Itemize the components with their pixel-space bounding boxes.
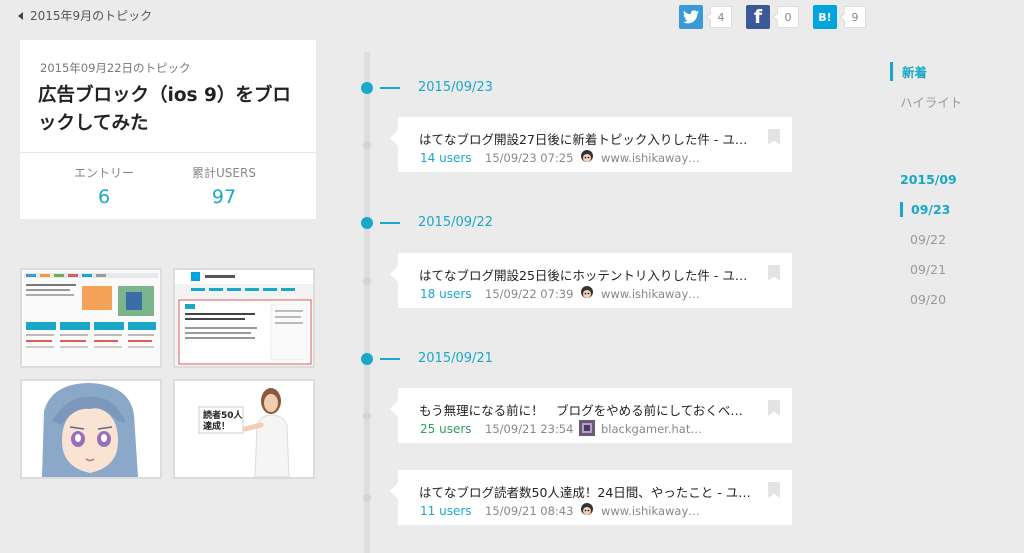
entry-timestamp: 15/09/22 07:39	[485, 287, 574, 301]
twitter-share-button[interactable]: 4	[679, 5, 732, 29]
entry-title[interactable]: もう無理になる前に！ ブログをやめる前にしておくべ…	[419, 400, 759, 419]
entry-users-count[interactable]: 18 users	[420, 287, 472, 301]
thumb-hatena-screenshot[interactable]	[173, 268, 315, 368]
timeline-date-label: 2015/09/23	[418, 80, 493, 95]
entries-stat: エントリー 6	[44, 164, 164, 208]
tab-new[interactable]: 新着	[890, 62, 927, 81]
entry-timestamp: 15/09/21 08:43	[485, 504, 574, 518]
timeline-date-marker	[361, 217, 373, 229]
topic-summary-card: 2015年09月22日のトピック 広告ブロック（ios 9）をブロックしてみた …	[20, 40, 316, 219]
timeline-date-label: 2015/09/22	[418, 215, 493, 230]
twitter-icon	[679, 5, 703, 29]
anime-girl-image	[22, 381, 160, 477]
nav-month[interactable]: 2015/09	[900, 172, 957, 187]
entry-card[interactable]: はてなブログ開設25日後にホッテントリ入りした件 - ユ… 18 users 1…	[390, 253, 792, 308]
facebook-share-count: 0	[772, 6, 799, 28]
hatena-screenshot-image	[175, 270, 313, 366]
caret-left-icon	[18, 11, 23, 20]
facebook-icon: f	[746, 5, 770, 29]
back-to-month-link[interactable]: 2015年9月のトピック	[18, 7, 152, 24]
topic-date: 2015年09月22日のトピック	[40, 61, 191, 75]
entry-domain[interactable]: www.ishikaway…	[601, 287, 700, 301]
entry-title[interactable]: はてなブログ読者数50人達成！24日間、やったこと - ユ…	[419, 482, 759, 501]
entry-timestamp: 15/09/21 23:54	[485, 422, 574, 436]
timeline-date-dash	[380, 87, 400, 89]
entry-card[interactable]: もう無理になる前に！ ブログをやめる前にしておくべ… 25 users 15/0…	[390, 388, 792, 443]
bookmark-icon[interactable]	[768, 129, 780, 145]
timeline-entry-dot	[363, 494, 371, 502]
entries-stat-value: 6	[97, 186, 111, 208]
timeline-line	[364, 52, 370, 553]
entry-users-count[interactable]: 14 users	[420, 151, 472, 165]
users-stat-label: 累計USERS	[192, 166, 256, 180]
site-favicon-icon	[579, 149, 595, 165]
entry-users-count[interactable]: 25 users	[420, 422, 472, 436]
site-favicon-icon	[579, 420, 595, 436]
hatena-bookmark-share-button[interactable]: B! 9	[813, 5, 866, 29]
entry-domain[interactable]: www.ishikaway…	[601, 151, 700, 165]
timeline-entry-dot	[363, 141, 371, 149]
tab-highlight[interactable]: ハイライト	[900, 92, 962, 111]
thumb-blog-screenshot[interactable]	[20, 268, 162, 368]
entry-domain[interactable]: www.ishikaway…	[601, 504, 700, 518]
timeline-entry-dot	[363, 412, 371, 420]
site-favicon-icon	[579, 502, 595, 518]
thumb-50-readers[interactable]: 読者50人 達成！	[173, 379, 315, 479]
timeline-date-dash	[380, 222, 400, 224]
topic-title: 広告ブロック（ios 9）をブロックしてみた	[38, 85, 291, 134]
bookmark-icon[interactable]	[768, 482, 780, 498]
users-stat: 累計USERS 97	[164, 164, 284, 208]
nav-day-0922[interactable]: 09/22	[910, 232, 946, 247]
twitter-share-count: 4	[705, 6, 732, 28]
sign-line-2: 達成！	[203, 420, 230, 432]
users-stat-value: 97	[211, 186, 237, 208]
share-buttons: 4 f 0 B! 9	[679, 5, 880, 29]
nav-day-0920[interactable]: 09/20	[910, 292, 946, 307]
timeline-date-marker	[361, 353, 373, 365]
timeline-date-dash	[380, 358, 400, 360]
entry-timestamp: 15/09/23 07:25	[485, 151, 574, 165]
entries-stat-label: エントリー	[73, 166, 134, 180]
timeline-date-label: 2015/09/21	[418, 351, 493, 366]
thumb-anime-character[interactable]	[20, 379, 162, 479]
sign-line-1: 読者50人	[203, 409, 244, 421]
hatena-bookmark-icon: B!	[813, 5, 837, 29]
entry-domain[interactable]: blackgamer.hat…	[601, 422, 702, 436]
timeline-entry-dot	[363, 277, 371, 285]
hatena-bookmark-count: 9	[839, 6, 866, 28]
woman-with-sign-image: 読者50人 達成！	[175, 381, 313, 477]
entry-card[interactable]: はてなブログ開設27日後に新着トピック入りした件 - ユ… 14 users 1…	[390, 117, 792, 172]
timeline-date-marker	[361, 82, 373, 94]
nav-day-0921[interactable]: 09/21	[910, 262, 946, 277]
entry-title[interactable]: はてなブログ開設27日後に新着トピック入りした件 - ユ…	[419, 129, 759, 148]
blog-screenshot-image	[22, 270, 160, 366]
bookmark-icon[interactable]	[768, 400, 780, 416]
nav-day-0923[interactable]: 09/23	[900, 202, 950, 217]
entry-title[interactable]: はてなブログ開設25日後にホッテントリ入りした件 - ユ…	[419, 265, 759, 284]
facebook-share-button[interactable]: f 0	[746, 5, 799, 29]
bookmark-icon[interactable]	[768, 265, 780, 281]
card-divider	[20, 152, 316, 153]
back-link-label: 2015年9月のトピック	[30, 9, 153, 23]
site-favicon-icon	[579, 285, 595, 301]
entry-card[interactable]: はてなブログ読者数50人達成！24日間、やったこと - ユ… 11 users …	[390, 470, 792, 525]
entry-users-count[interactable]: 11 users	[420, 504, 472, 518]
